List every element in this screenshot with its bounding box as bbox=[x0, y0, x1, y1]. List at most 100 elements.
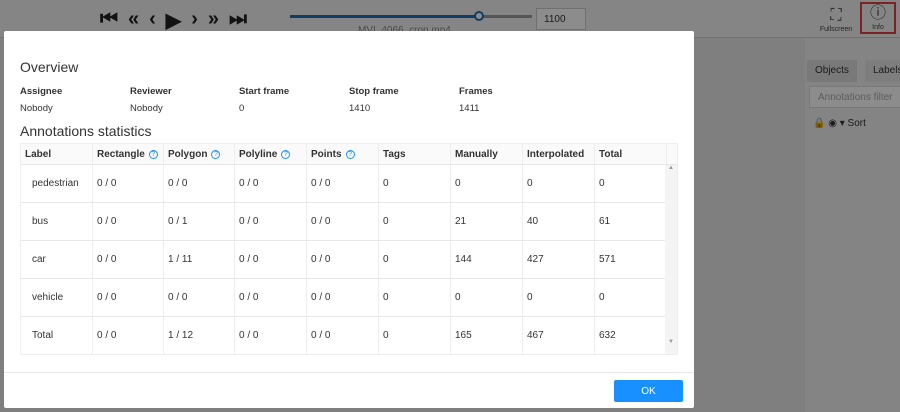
table-row: pedestrian 0 / 0 0 / 0 0 / 0 0 / 0 0 0 0 0 bbox=[21, 165, 677, 203]
cell-text: 0 / 0 bbox=[97, 178, 117, 189]
overview-stop-frame: Stop frame 1410 bbox=[349, 86, 399, 114]
cell-text: 0 bbox=[383, 330, 389, 341]
cell: Polyline? bbox=[235, 144, 307, 164]
cell-text: 0 / 0 bbox=[311, 292, 331, 303]
cell: 0 bbox=[523, 279, 595, 316]
cell: 0 bbox=[451, 165, 523, 202]
cell: Tags bbox=[379, 144, 451, 164]
cell-text: 0 bbox=[383, 178, 389, 189]
cell-text: Manually bbox=[455, 148, 498, 160]
cell-text: Rectangle bbox=[97, 148, 145, 160]
value: 1410 bbox=[349, 103, 371, 114]
cell-text: 0 / 0 bbox=[97, 330, 117, 341]
cell: 0 / 0 bbox=[93, 241, 164, 278]
cell-text: 0 / 0 bbox=[97, 216, 117, 227]
help-icon[interactable]: ? bbox=[345, 149, 355, 159]
cell-text: 0 bbox=[455, 292, 461, 303]
cell: 467 bbox=[523, 317, 595, 354]
label: Assignee bbox=[20, 86, 63, 97]
info-modal: Overview Assignee Nobody Reviewer Nobody S… bbox=[4, 31, 694, 408]
cell: 0 / 0 bbox=[307, 241, 379, 278]
overview-reviewer: Reviewer Nobody bbox=[130, 86, 172, 114]
cell-text: 0 bbox=[599, 292, 605, 303]
value: 0 bbox=[239, 103, 245, 114]
cell: Manually bbox=[451, 144, 523, 164]
cell-text: 0 bbox=[383, 216, 389, 227]
label: Stop frame bbox=[349, 86, 399, 97]
cell-text: 427 bbox=[527, 254, 544, 265]
cell-text: 0 / 0 bbox=[239, 178, 259, 189]
cell: 0 / 0 bbox=[307, 279, 379, 316]
cell: 0 / 0 bbox=[307, 165, 379, 202]
table-row: vehicle 0 / 0 0 / 0 0 / 0 0 / 0 0 0 0 0 bbox=[21, 279, 677, 317]
cell-text: 571 bbox=[599, 254, 616, 265]
cell-text: Polyline bbox=[239, 148, 278, 160]
label: Reviewer bbox=[130, 86, 172, 97]
cell: Rectangle? bbox=[93, 144, 164, 164]
table-scrollbar[interactable]: ▲ ▼ bbox=[665, 165, 677, 354]
cell: 40 bbox=[523, 203, 595, 240]
help-icon[interactable]: ? bbox=[281, 149, 291, 159]
cell: Total bbox=[595, 144, 667, 164]
stats-table: Label Rectangle? Polygon? Polyline? Points? T… bbox=[20, 143, 678, 355]
cell: Total bbox=[21, 317, 93, 354]
cell: 0 bbox=[451, 279, 523, 316]
cell: 0 / 0 bbox=[93, 279, 164, 316]
cell-text: 0 / 1 bbox=[168, 216, 188, 227]
cell-text: Total bbox=[32, 330, 54, 341]
cell: 0 / 0 bbox=[307, 203, 379, 240]
cell: 0 / 0 bbox=[235, 203, 307, 240]
cell: 144 bbox=[451, 241, 523, 278]
cell: 1 / 11 bbox=[164, 241, 235, 278]
help-icon[interactable]: ? bbox=[211, 149, 221, 159]
table-row: bus 0 / 0 0 / 1 0 / 0 0 / 0 0 21 40 61 bbox=[21, 203, 677, 241]
cell: 0 / 1 bbox=[164, 203, 235, 240]
cell-text: 0 / 0 bbox=[239, 330, 259, 341]
cell: Label bbox=[21, 144, 93, 164]
cell-text: Tags bbox=[383, 148, 406, 160]
cell-text: 467 bbox=[527, 330, 544, 341]
modal-footer bbox=[4, 372, 694, 373]
cell-text: Points bbox=[311, 148, 342, 160]
overview-start-frame: Start frame 0 bbox=[239, 86, 289, 114]
cell: 0 bbox=[379, 317, 451, 354]
cell: 0 bbox=[523, 165, 595, 202]
ok-button[interactable]: OK bbox=[614, 380, 683, 402]
cell: 0 / 0 bbox=[93, 203, 164, 240]
cell-text: car bbox=[32, 254, 46, 265]
cell-text: 21 bbox=[455, 216, 467, 227]
help-icon[interactable]: ? bbox=[148, 149, 158, 159]
cell: 632 bbox=[595, 317, 667, 354]
cell: Points? bbox=[307, 144, 379, 164]
cell-text: 40 bbox=[527, 216, 539, 227]
cell-text: 0 / 0 bbox=[239, 292, 259, 303]
cell: Polygon? bbox=[164, 144, 235, 164]
table-row: Total 0 / 0 1 / 12 0 / 0 0 / 0 0 165 467 632 bbox=[21, 317, 677, 354]
overview-assignee: Assignee Nobody bbox=[20, 86, 62, 114]
cell-text: 0 bbox=[527, 292, 533, 303]
cell-text: 0 / 0 bbox=[311, 216, 331, 227]
cell: 0 bbox=[379, 203, 451, 240]
cell: 165 bbox=[451, 317, 523, 354]
value: Nobody bbox=[130, 103, 163, 114]
cell-text: 0 / 0 bbox=[311, 254, 331, 265]
cell-text: Polygon bbox=[168, 148, 208, 160]
cell: Interpolated bbox=[523, 144, 595, 164]
cell-text: Total bbox=[599, 148, 623, 160]
cell: 1 / 12 bbox=[164, 317, 235, 354]
label: Frames bbox=[459, 86, 493, 97]
cell-text: 144 bbox=[455, 254, 472, 265]
stats-title: Annotations statistics bbox=[20, 123, 152, 139]
cell-text: 165 bbox=[455, 330, 472, 341]
overview-title: Overview bbox=[20, 59, 79, 75]
cell: 427 bbox=[523, 241, 595, 278]
cell-text: 0 bbox=[383, 292, 389, 303]
cell: 0 / 0 bbox=[164, 165, 235, 202]
cell: 0 / 0 bbox=[235, 241, 307, 278]
value: 1411 bbox=[459, 103, 480, 114]
cell: 0 / 0 bbox=[235, 317, 307, 354]
label: Start frame bbox=[239, 86, 290, 97]
cell-text: 0 bbox=[455, 178, 461, 189]
cell-text: 632 bbox=[599, 330, 616, 341]
cell-text: 0 bbox=[599, 178, 605, 189]
